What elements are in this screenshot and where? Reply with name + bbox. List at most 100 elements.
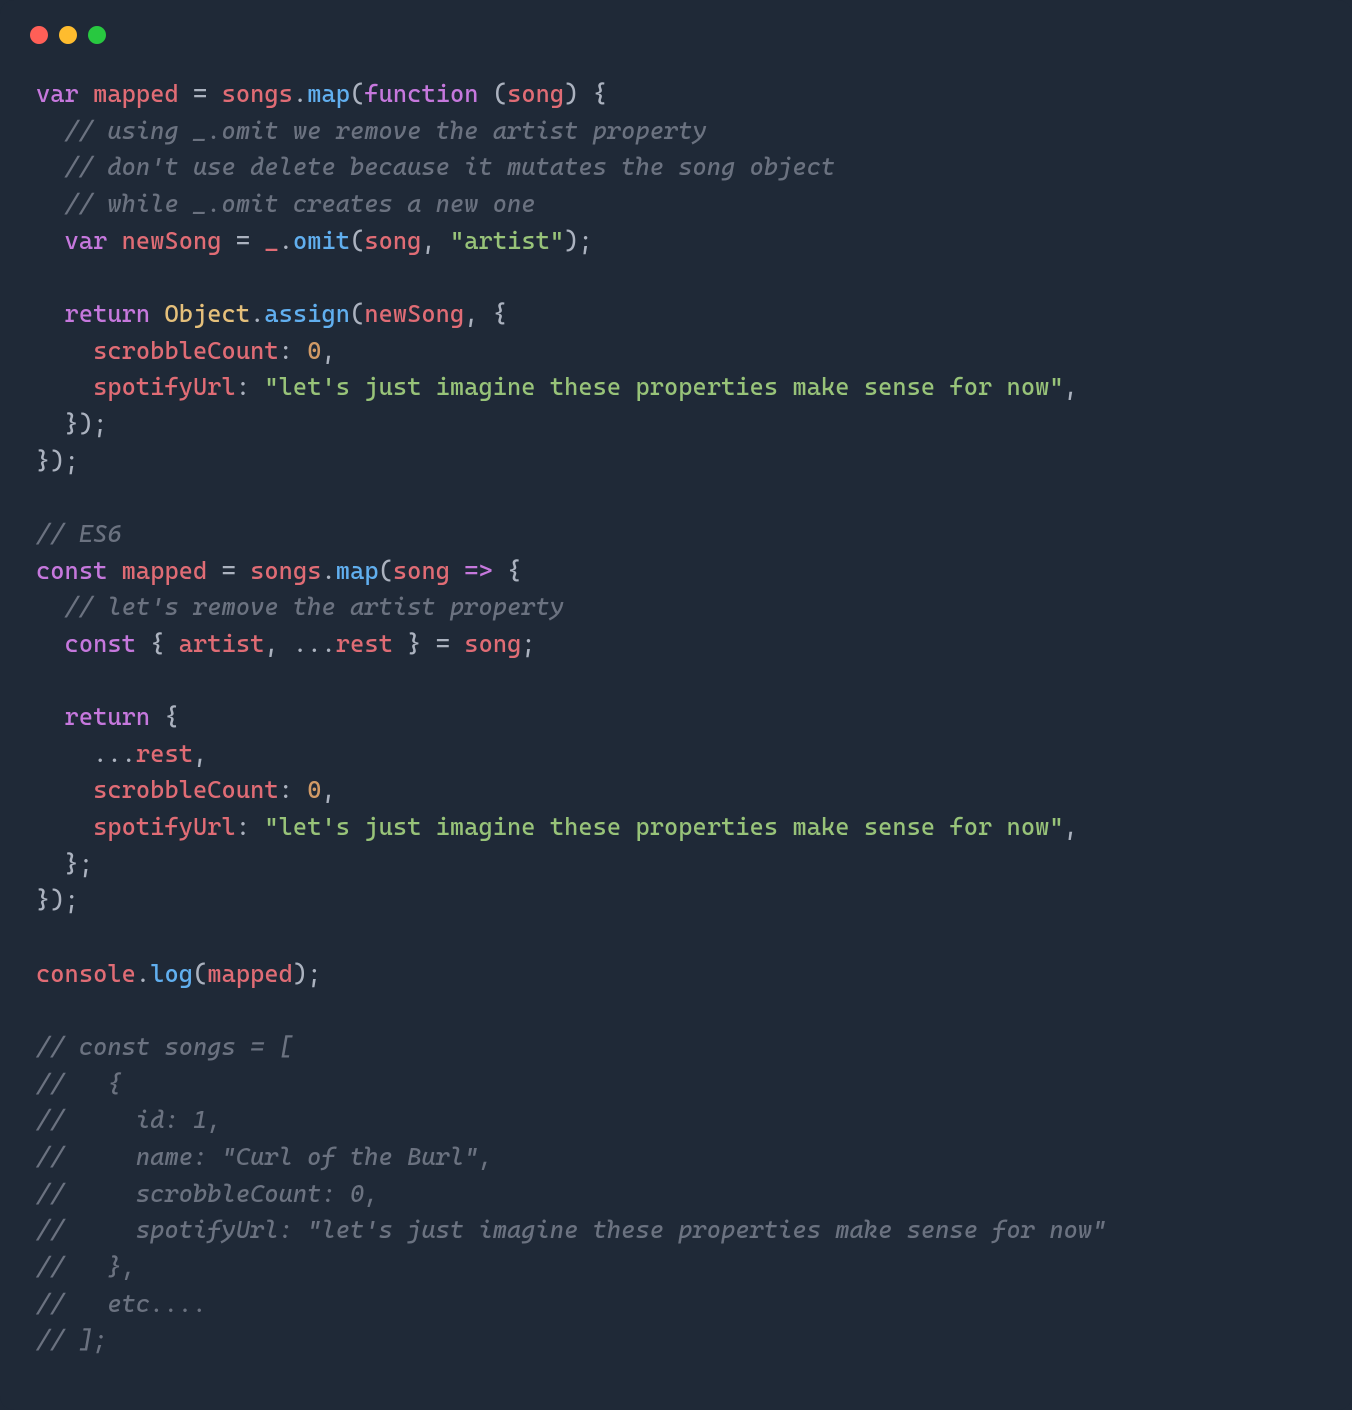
comma: , bbox=[193, 740, 207, 768]
comma: , bbox=[1064, 813, 1078, 841]
keyword-function: function bbox=[364, 80, 478, 108]
comment-line: // name: "Curl of the Burl", bbox=[36, 1143, 493, 1171]
brace-close: } bbox=[36, 447, 50, 475]
ident-newsong: newSong bbox=[122, 227, 222, 255]
paren-open: ( bbox=[193, 960, 207, 988]
paren-open: ( bbox=[350, 300, 364, 328]
comment-line: // while _.omit creates a new one bbox=[65, 190, 536, 218]
ident-console: console bbox=[36, 960, 136, 988]
paren-close: ) bbox=[564, 227, 578, 255]
comment-line: // id: 1, bbox=[36, 1106, 222, 1134]
brace-close: } bbox=[65, 410, 79, 438]
colon: : bbox=[279, 337, 293, 365]
keyword-const: const bbox=[65, 630, 136, 658]
comment-line: // using _.omit we remove the artist pro… bbox=[65, 117, 707, 145]
minimize-icon[interactable] bbox=[59, 26, 77, 44]
arg-song: song bbox=[364, 227, 421, 255]
semicolon: ; bbox=[93, 410, 107, 438]
comment-line: // }, bbox=[36, 1253, 136, 1281]
brace-open: { bbox=[164, 703, 178, 731]
comment-line: // scrobbleCount: 0, bbox=[36, 1180, 379, 1208]
comment-line: // { bbox=[36, 1070, 122, 1098]
ident-rest: rest bbox=[136, 740, 193, 768]
colon: : bbox=[236, 373, 250, 401]
brace-open: { bbox=[593, 80, 607, 108]
brace-open: { bbox=[493, 300, 507, 328]
key-scrobblecount: scrobbleCount bbox=[93, 337, 279, 365]
keyword-return: return bbox=[65, 703, 151, 731]
maximize-icon[interactable] bbox=[88, 26, 106, 44]
brace-close: } bbox=[65, 850, 79, 878]
dot: . bbox=[136, 960, 150, 988]
spread: ... bbox=[93, 740, 136, 768]
paren-close: ) bbox=[50, 886, 64, 914]
operator-assign: = bbox=[436, 630, 450, 658]
method-map: map bbox=[336, 557, 379, 585]
semicolon: ; bbox=[79, 850, 93, 878]
code-editor-window: var mapped = songs.map(function (song) {… bbox=[0, 0, 1352, 1410]
brace-open: { bbox=[150, 630, 164, 658]
key-spotifyurl: spotifyUrl bbox=[93, 813, 236, 841]
comment-line: // don't use delete because it mutates t… bbox=[65, 153, 836, 181]
arrow-token: => bbox=[464, 557, 493, 585]
close-icon[interactable] bbox=[30, 26, 48, 44]
code-block: var mapped = songs.map(function (song) {… bbox=[0, 54, 1352, 1395]
keyword-var: var bbox=[65, 227, 108, 255]
keyword-const: const bbox=[36, 557, 107, 585]
string-spotify: "let's just imagine these properties mak… bbox=[264, 373, 1063, 401]
semicolon: ; bbox=[521, 630, 535, 658]
operator-assign: = bbox=[236, 227, 250, 255]
method-omit: omit bbox=[293, 227, 350, 255]
ident-mapped: mapped bbox=[93, 80, 179, 108]
paren-close: ) bbox=[293, 960, 307, 988]
window-titlebar bbox=[0, 0, 1352, 54]
dot: . bbox=[250, 300, 264, 328]
comma: , bbox=[321, 776, 335, 804]
keyword-return: return bbox=[65, 300, 151, 328]
colon: : bbox=[236, 813, 250, 841]
paren-close: ) bbox=[50, 447, 64, 475]
dot: . bbox=[279, 227, 293, 255]
comma: , bbox=[421, 227, 435, 255]
keyword-var: var bbox=[36, 80, 79, 108]
brace-close: } bbox=[36, 886, 50, 914]
method-assign: assign bbox=[264, 300, 350, 328]
comma: , bbox=[264, 630, 278, 658]
semicolon: ; bbox=[65, 886, 79, 914]
colon: : bbox=[279, 776, 293, 804]
comment-line: // ]; bbox=[36, 1326, 107, 1354]
comment-es6: // ES6 bbox=[36, 520, 122, 548]
comment-line: // spotifyUrl: "let's just imagine these… bbox=[36, 1216, 1106, 1244]
ident-songs: songs bbox=[250, 557, 321, 585]
operator-assign: = bbox=[222, 557, 236, 585]
brace-open: { bbox=[507, 557, 521, 585]
key-spotifyurl: spotifyUrl bbox=[93, 373, 236, 401]
arg-newsong: newSong bbox=[364, 300, 464, 328]
brace-close: } bbox=[407, 630, 421, 658]
arg-mapped: mapped bbox=[207, 960, 293, 988]
param-song: song bbox=[507, 80, 564, 108]
ident-underscore: _ bbox=[264, 227, 278, 255]
string-artist: "artist" bbox=[450, 227, 564, 255]
comma: , bbox=[1064, 373, 1078, 401]
dot: . bbox=[322, 557, 336, 585]
comment-line: // let's remove the artist property bbox=[65, 593, 565, 621]
ident-song: song bbox=[464, 630, 521, 658]
method-log: log bbox=[150, 960, 193, 988]
ident-mapped: mapped bbox=[122, 557, 208, 585]
class-object: Object bbox=[164, 300, 250, 328]
comment-line: // etc.... bbox=[36, 1290, 207, 1318]
spread: ... bbox=[293, 630, 336, 658]
comma: , bbox=[321, 337, 335, 365]
destruct-rest: rest bbox=[336, 630, 393, 658]
dot: . bbox=[293, 80, 307, 108]
value-zero: 0 bbox=[307, 776, 321, 804]
semicolon: ; bbox=[578, 227, 592, 255]
comma: , bbox=[464, 300, 478, 328]
value-zero: 0 bbox=[307, 337, 321, 365]
paren-close: ) bbox=[564, 80, 578, 108]
paren-close: ) bbox=[79, 410, 93, 438]
semicolon: ; bbox=[65, 447, 79, 475]
paren-open: ( bbox=[493, 80, 507, 108]
comment-line: // const songs = [ bbox=[36, 1033, 293, 1061]
